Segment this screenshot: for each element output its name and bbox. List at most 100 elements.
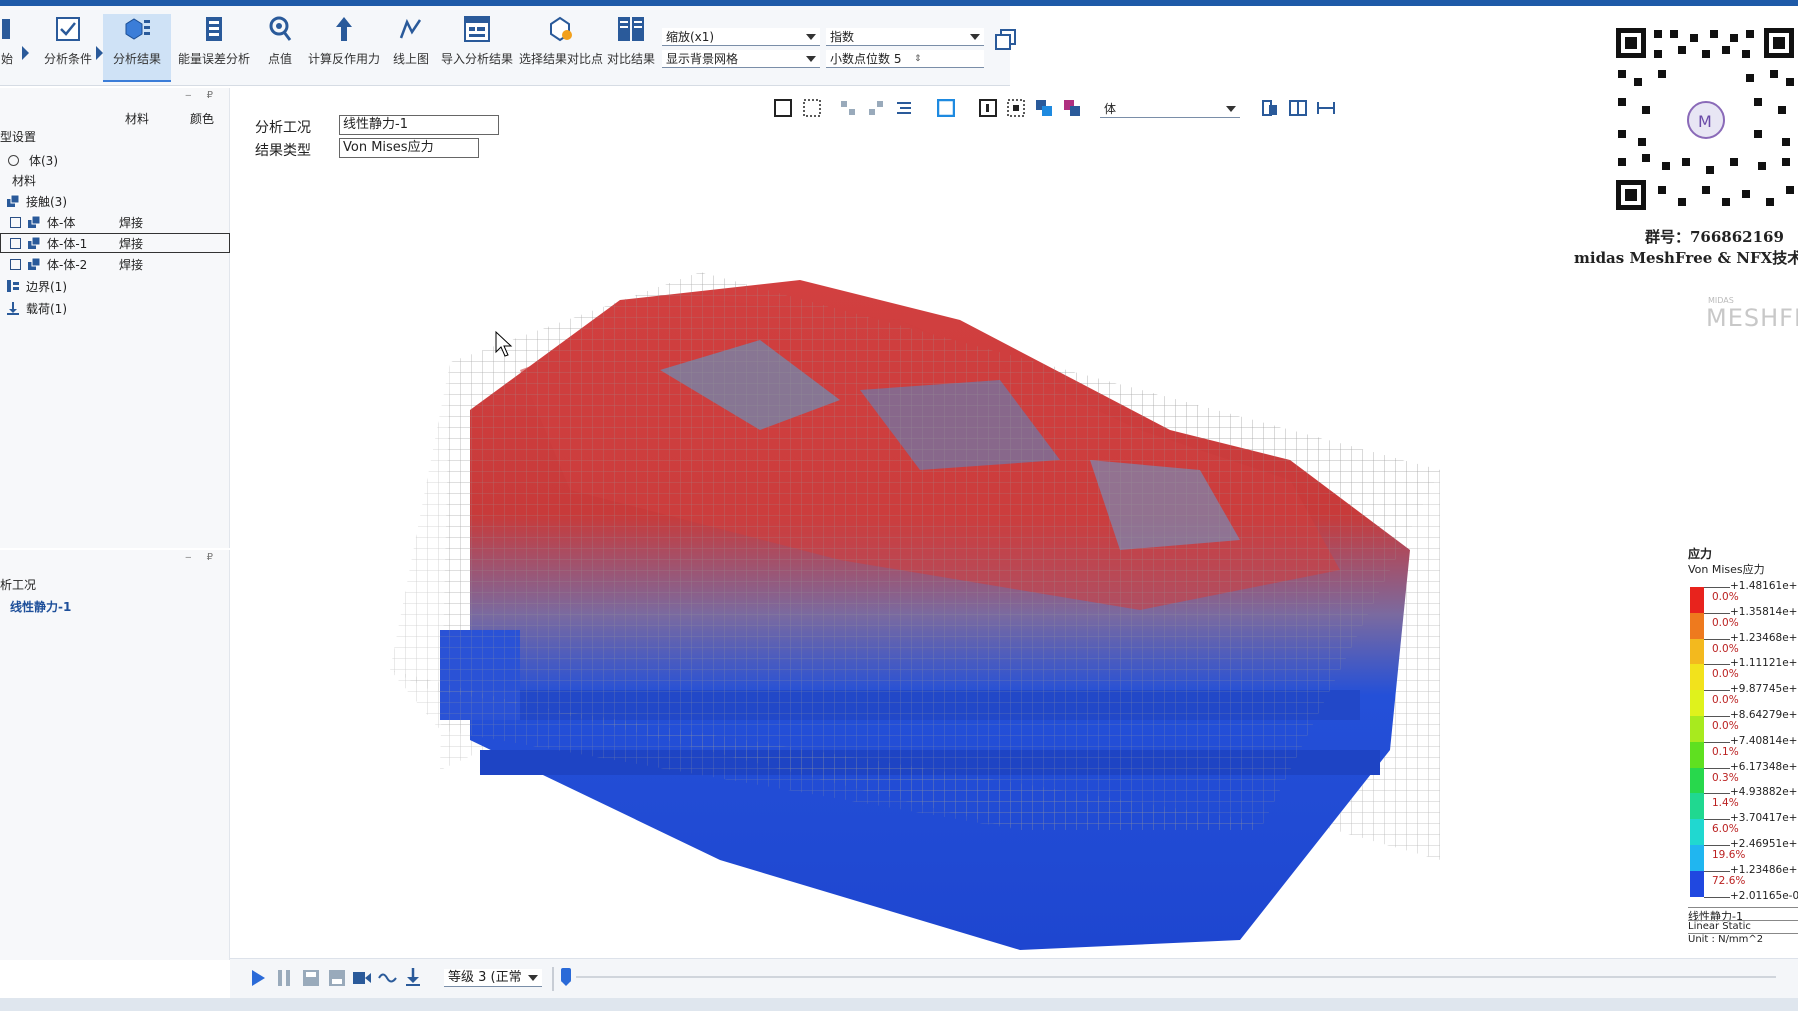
checkbox[interactable] [10, 216, 21, 228]
tree-row-contacts[interactable]: 接触(3) [0, 191, 230, 211]
ribbon-compare-point-button[interactable]: 选择结果对比点 [518, 14, 604, 82]
tree-row-label: 边界(1) [26, 279, 67, 294]
view-dashed-icon[interactable] [1006, 98, 1026, 118]
view-box-icon[interactable] [978, 98, 998, 118]
ribbon-point-value-button[interactable]: 点值 [262, 14, 298, 82]
ribbon-start-label: 始 [0, 52, 13, 66]
ribbon-point-value-label: 点值 [267, 52, 292, 66]
view-color-icon[interactable] [1062, 98, 1082, 118]
tree-row-materials[interactable]: 材料 [0, 170, 230, 190]
tree-row-label: 体(3) [29, 153, 58, 168]
ribbon-analysis-conditions-button[interactable]: 分析条件 [40, 14, 96, 82]
list-icon[interactable] [894, 98, 914, 118]
case-item-linear-static[interactable]: 线性静力-1 [10, 598, 71, 615]
ribbon-compare-results-button[interactable]: 对比结果 [606, 14, 656, 82]
energy-error-icon [199, 14, 229, 44]
legend-unit: Unit : N/mm^2 [1688, 933, 1798, 945]
spinner-icon[interactable]: ⇕ [914, 50, 922, 68]
tree-row-contact-3[interactable]: 体-体-2 焊接 [0, 254, 230, 274]
chevron-down-icon [806, 56, 816, 62]
contact-icon [6, 194, 20, 208]
view-cube-icon[interactable] [1034, 98, 1054, 118]
number-format-select-value: 指数 [830, 30, 855, 44]
ribbon-import-results-label: 导入分析结果 [440, 52, 513, 66]
legend-color-band [1690, 587, 1704, 613]
timeline-track[interactable] [576, 976, 1776, 978]
save-all-icon[interactable] [328, 969, 346, 990]
legend-color-band [1690, 793, 1704, 820]
tree-row-loads[interactable]: 载荷(1) [0, 298, 230, 318]
play-icon[interactable] [250, 969, 266, 990]
model-viewport[interactable] [240, 130, 1540, 960]
legend-tick [1704, 587, 1730, 588]
ribbon-energy-error-button[interactable]: 能量误差分析 [178, 14, 250, 82]
legend-percent: 1.4% [1712, 797, 1739, 810]
animation-toolbar: 等级 3 (正常 [230, 958, 1798, 998]
contact-icon [27, 236, 41, 250]
tree-row-label: 接触(3) [26, 194, 67, 209]
scale-select[interactable]: 缩放(x1) [662, 28, 820, 46]
divider [552, 967, 554, 991]
legend-color-band [1690, 612, 1704, 639]
tree-row-contact-2[interactable]: 体-体-1 焊接 [0, 233, 230, 253]
checkbox[interactable] [10, 237, 21, 249]
measure-icon[interactable] [1316, 98, 1336, 118]
tree-row-label: 载荷(1) [26, 301, 67, 316]
decimal-places-stepper[interactable]: 小数点位数 5 ⇕ [826, 50, 984, 68]
ribbon-start-button[interactable]: 始 [0, 14, 20, 82]
tree-row-bodies[interactable]: 体(3) [0, 150, 230, 170]
flip-horizontal-icon[interactable] [1260, 98, 1280, 118]
checkbox[interactable] [10, 258, 21, 270]
compare-results-icon [616, 14, 646, 44]
svg-text:M: M [1698, 112, 1712, 131]
legend-percent: 0.1% [1712, 745, 1739, 758]
number-format-select[interactable]: 指数 [826, 28, 984, 46]
qr-code: M [1614, 26, 1798, 214]
select-box-icon[interactable] [773, 98, 793, 118]
legend-value: +4.93882e+0 [1730, 786, 1798, 799]
ribbon-compare-point-label: 选择结果对比点 [518, 52, 603, 66]
body-select[interactable]: 体 [1100, 100, 1240, 118]
copy-window-icon[interactable] [994, 28, 1018, 52]
legend-tick [1704, 896, 1730, 898]
ribbon-reaction-force-button[interactable]: 计算反作用力 [306, 14, 382, 82]
select-window-icon[interactable] [802, 98, 822, 118]
fe-model-render [390, 272, 1440, 950]
level-select-value: 等级 3 (正常 [448, 970, 522, 985]
frame-icon[interactable] [936, 98, 956, 118]
panel-pin-controls[interactable]: ‒ ₽ [185, 552, 219, 563]
legend-value: +2.01165e-0 [1730, 889, 1798, 902]
ribbon-line-graph-button[interactable]: 线上图 [390, 14, 432, 82]
save-frame-icon[interactable] [302, 969, 320, 990]
wave-icon[interactable] [378, 969, 398, 990]
background-grid-select[interactable]: 显示背景网格 [662, 50, 820, 68]
legend-tick [1704, 767, 1730, 769]
tree-row-contact-1[interactable]: 体-体 焊接 [0, 212, 230, 232]
record-video-icon[interactable] [352, 969, 372, 990]
panel-pin-controls[interactable]: ‒ ₽ [185, 90, 219, 101]
node-select-icon[interactable] [838, 98, 858, 118]
point-value-icon [265, 14, 295, 44]
ribbon-analysis-results-label: 分析结果 [112, 52, 161, 66]
ribbon-import-results-button[interactable]: 导入分析结果 [440, 14, 514, 82]
legend-tick [1704, 638, 1730, 640]
ribbon-compare-results-label: 对比结果 [606, 52, 655, 66]
timeline-slider-handle[interactable] [560, 967, 572, 990]
element-select-icon[interactable] [866, 98, 886, 118]
ribbon-line-graph-label: 线上图 [392, 52, 429, 66]
taskbar [0, 998, 1798, 1011]
pause-icon[interactable] [276, 969, 292, 990]
legend-color-band [1690, 870, 1704, 897]
level-select[interactable]: 等级 3 (正常 [444, 969, 542, 987]
legend-value: +8.64279e+0 [1730, 709, 1798, 721]
legend-color-band [1690, 664, 1704, 691]
split-view-icon[interactable] [1288, 98, 1308, 118]
model-tree-panel: ‒ ₽ 型设置 材料 颜色 体(3) 材料 接触(3) 体-体 焊接 体-体-1… [0, 88, 230, 548]
ribbon-toolbar: 始 分析条件 分析结果 能量误差分析 点值 计算反作用力 线上图 导入分析结果 … [0, 6, 1016, 86]
download-icon[interactable] [404, 967, 422, 990]
tree-row-boundaries[interactable]: 边界(1) [0, 276, 230, 296]
legend-percent: 72.6% [1712, 874, 1746, 887]
column-color: 颜色 [190, 112, 215, 126]
legend-percent: 0.3% [1712, 771, 1739, 784]
ribbon-analysis-results-button[interactable]: 分析结果 [103, 14, 171, 82]
